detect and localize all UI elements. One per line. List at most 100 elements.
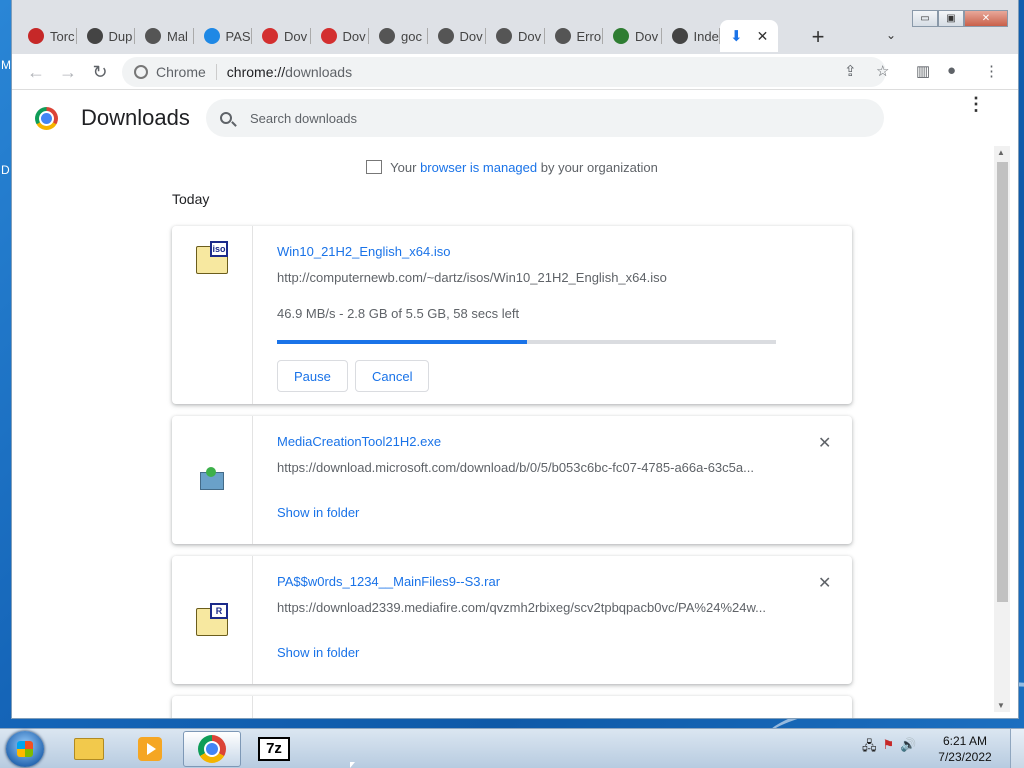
file-type-tag: iso [210, 241, 228, 257]
scroll-down-arrow-icon[interactable]: ▼ [997, 701, 1005, 710]
volume-icon[interactable]: 🔊 [900, 737, 916, 759]
tab-favicon-icon [671, 28, 688, 44]
tab-label: Dov [459, 28, 483, 44]
tab-3[interactable]: PAS [194, 20, 253, 52]
download-item [172, 696, 852, 718]
file-url[interactable]: http://computernewb.com/~dartz/isos/Win1… [277, 270, 777, 285]
download-item: R PA$$w0rds_1234__MainFiles9--S3.rar htt… [172, 556, 852, 684]
system-tray: 🖧 ⚑ 🔊 [862, 737, 916, 759]
page-scrollbar[interactable]: ▲ ▼ [994, 146, 1010, 712]
pause-button[interactable]: Pause [277, 360, 348, 392]
file-url[interactable]: https://download2339.mediafire.com/qvzmh… [277, 600, 777, 615]
minimize-button[interactable]: ▭ [912, 10, 938, 27]
tab-4[interactable]: Dov [252, 20, 311, 52]
star-icon[interactable]: ☆ [876, 62, 889, 80]
tab-favicon-icon [203, 28, 220, 44]
taskbar-clock[interactable]: 6:21 AM 7/23/2022 [930, 733, 1000, 765]
tab-search-chevron-down-icon[interactable]: ⌄ [886, 28, 896, 42]
tab-7[interactable]: Dov [428, 20, 487, 52]
search-box[interactable] [206, 99, 884, 137]
tab-downloads-active[interactable]: ⬇ ✕ [720, 20, 778, 52]
tab-label: Dov [284, 28, 308, 44]
file-name-link[interactable]: PA$$w0rds_1234__MainFiles9--S3.rar [277, 574, 500, 589]
tab-label: Erro [576, 28, 602, 44]
tab-favicon-icon [320, 28, 337, 44]
menu-kebab-icon[interactable]: ⋮ [984, 62, 999, 80]
tab-0[interactable]: Torc [18, 20, 77, 52]
cancel-button[interactable]: Cancel [355, 360, 430, 392]
tab-2[interactable]: Mal [135, 20, 194, 52]
download-item: iso Win10_21H2_English_x64.iso http://co… [172, 226, 852, 404]
tab-1[interactable]: Dup [77, 20, 136, 52]
share-icon[interactable]: ⇪ [844, 62, 857, 80]
address-bar[interactable]: Chrome chrome://downloads [122, 57, 886, 87]
taskbar-explorer-button[interactable] [60, 731, 118, 767]
download-icon: ⬇ [730, 28, 743, 45]
tab-label: Dup [108, 28, 133, 44]
profile-avatar-icon[interactable]: ● [947, 62, 956, 79]
url-scheme-label: Chrome [156, 64, 206, 80]
network-icon[interactable]: 🖧 [862, 737, 877, 759]
tab-favicon-icon [145, 28, 161, 44]
file-icon-column: iso [172, 226, 253, 404]
reload-icon[interactable]: ↻ [88, 60, 112, 84]
folder-icon [74, 738, 104, 760]
search-input[interactable] [250, 110, 810, 126]
taskbar-chrome-button[interactable] [183, 731, 241, 767]
show-in-folder-link[interactable]: Show in folder [277, 505, 359, 520]
new-tab-button[interactable]: + [806, 24, 830, 50]
tab-11[interactable]: Inde [662, 20, 721, 52]
file-type-tag: R [210, 603, 228, 619]
rar-file-icon: R [196, 603, 228, 636]
file-icon-column: R [172, 556, 253, 684]
close-window-button[interactable]: ✕ [964, 10, 1008, 27]
desktop-icon-label[interactable]: D [1, 163, 10, 177]
file-icon-column [172, 696, 253, 718]
show-desktop-button[interactable] [1010, 729, 1024, 768]
url-host: chrome:// [226, 64, 286, 80]
tab-label: Inde [693, 28, 719, 44]
maximize-button[interactable]: ▣ [938, 10, 964, 27]
file-url[interactable]: https://download.microsoft.com/download/… [277, 460, 777, 475]
clock-date: 7/23/2022 [938, 750, 992, 764]
forward-arrow-icon[interactable]: → [56, 60, 80, 84]
scroll-up-arrow-icon[interactable]: ▲ [997, 148, 1005, 157]
scrollbar-thumb[interactable] [997, 162, 1008, 602]
tab-8[interactable]: Dov [486, 20, 545, 52]
chrome-icon [134, 65, 148, 79]
show-in-folder-link[interactable]: Show in folder [277, 645, 359, 660]
taskbar: 7z 🖧 ⚑ 🔊 6:21 AM 7/23/2022 [0, 728, 1024, 768]
remove-close-icon[interactable]: ✕ [818, 573, 831, 593]
tab-close-icon[interactable]: ✕ [757, 28, 769, 45]
iso-file-icon: iso [196, 241, 228, 274]
remove-close-icon[interactable]: ✕ [818, 433, 831, 453]
tab-5[interactable]: Dov [311, 20, 370, 52]
start-button[interactable] [6, 731, 44, 767]
tab-9[interactable]: Erro [545, 20, 604, 52]
downloads-menu-kebab-icon[interactable]: ⋮ [967, 95, 985, 113]
tab-favicon-icon [437, 28, 454, 44]
tab-6[interactable]: goc [369, 20, 428, 52]
managed-suffix: by your organization [537, 160, 658, 175]
tab-label: Torc [50, 28, 75, 44]
tab-list: Torc Dup Mal PAS Dov Dov goc Dov Dov Erro Dov Inde … [18, 20, 778, 52]
search-icon [220, 112, 232, 124]
tab-label: goc [401, 28, 422, 44]
clock-time: 6:21 AM [942, 734, 988, 748]
tab-10[interactable]: Dov [603, 20, 662, 52]
taskbar-7zip-button[interactable]: 7z [245, 731, 303, 767]
chrome-logo-icon [35, 107, 58, 130]
tab-favicon-icon [28, 28, 44, 44]
managed-link[interactable]: browser is managed [420, 160, 537, 175]
url-divider [215, 64, 217, 80]
back-arrow-icon[interactable]: ← [24, 60, 48, 84]
tab-label: Dov [635, 28, 659, 44]
desktop-icon-label[interactable]: M [1, 58, 11, 72]
tab-strip: Torc Dup Mal PAS Dov Dov goc Dov Dov Erro Dov Inde … [12, 0, 1018, 54]
side-panel-icon[interactable]: ▥ [916, 62, 930, 80]
taskbar-media-player-button[interactable] [121, 731, 179, 767]
action-center-flag-icon[interactable]: ⚑ [883, 737, 895, 759]
file-name-link[interactable]: Win10_21H2_English_x64.iso [277, 244, 450, 259]
file-name-link[interactable]: MediaCreationTool21H2.exe [277, 434, 441, 449]
page-title: Downloads [81, 105, 190, 130]
